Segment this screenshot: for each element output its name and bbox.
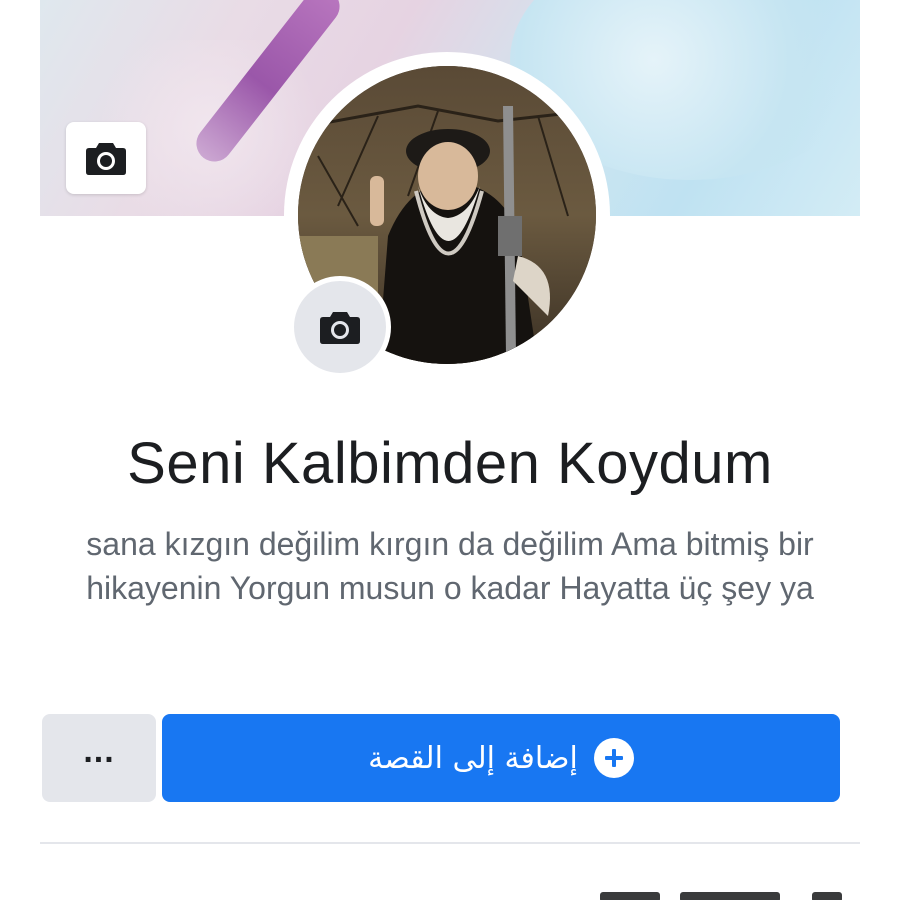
profile-page: Seni Kalbimden Koydum sana kızgın değili…: [0, 0, 900, 900]
next-row-text-fragment: [680, 892, 780, 900]
next-row-peek: [560, 884, 860, 900]
camera-icon: [320, 312, 360, 344]
more-options-label: ...: [83, 732, 115, 770]
profile-bio: sana kızgın değilim kırgın da değilim Am…: [86, 526, 814, 606]
add-to-story-label: إضافة إلى القصة: [368, 740, 578, 776]
more-options-button[interactable]: ...: [42, 714, 156, 802]
section-divider: [40, 842, 860, 844]
profile-name: Seni Kalbimden Koydum: [127, 431, 773, 496]
camera-icon: [86, 143, 126, 175]
add-to-story-button[interactable]: إضافة إلى القصة: [162, 714, 840, 802]
next-row-text-fragment: [600, 892, 660, 900]
plus-circle-icon: [593, 738, 634, 778]
edit-cover-photo-button[interactable]: [66, 122, 146, 194]
edit-profile-picture-button[interactable]: [289, 276, 391, 378]
next-row-icon-fragment: [812, 892, 842, 900]
